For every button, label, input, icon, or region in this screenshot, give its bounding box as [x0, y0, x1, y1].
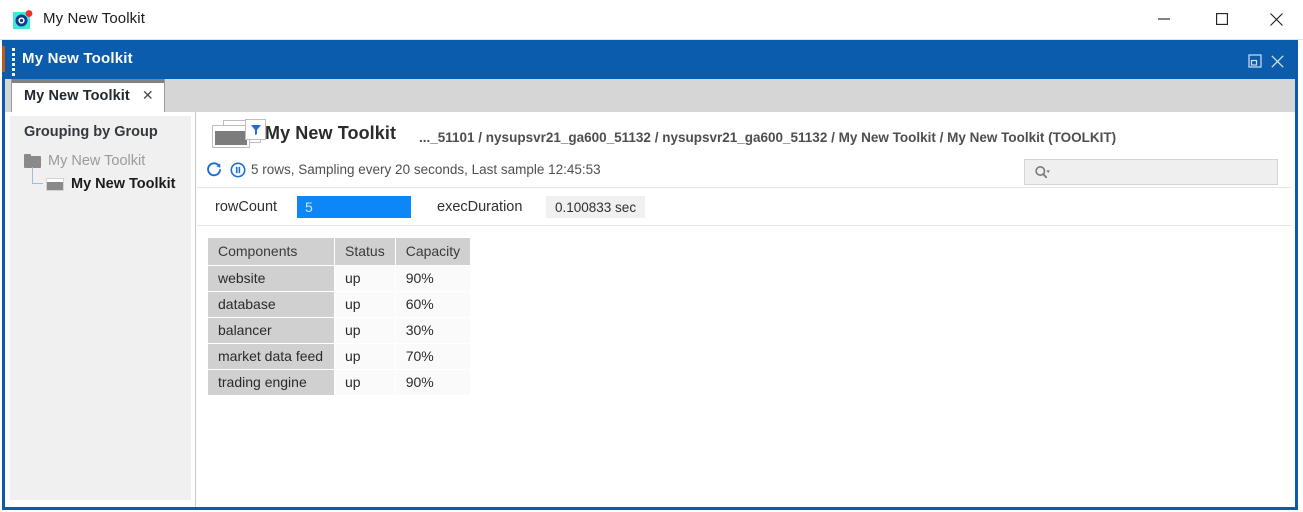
sidebar-panel: Grouping by Group My New Toolkit My New …	[9, 115, 192, 501]
panel-close-button[interactable]	[1269, 53, 1285, 69]
table-row[interactable]: database up 60%	[208, 292, 471, 317]
application-title: My New Toolkit	[22, 50, 133, 67]
sidebar-tree-label-child: My New Toolkit	[71, 176, 176, 192]
os-window-title: My New Toolkit	[43, 10, 145, 27]
cell-capacity: 30%	[395, 318, 471, 343]
divider-middle	[197, 225, 1295, 226]
page-title: My New Toolkit	[265, 123, 397, 143]
table-row[interactable]: website up 90%	[208, 266, 471, 291]
divider-top	[197, 187, 1295, 188]
tab-label: My New Toolkit	[24, 88, 130, 104]
column-header-components[interactable]: Components	[208, 238, 334, 265]
row-count-row: rowCount 5 execDuration 0.100833 sec	[197, 191, 1295, 223]
cell-status: up	[335, 344, 395, 369]
grouping-header: Grouping by Group	[24, 124, 158, 140]
cell-status: up	[335, 292, 395, 317]
tree-connector-icon	[32, 167, 43, 184]
row-count-label: rowCount	[215, 199, 278, 215]
exec-duration-label: execDuration	[437, 199, 523, 215]
pause-icon[interactable]	[229, 161, 247, 184]
application-frame: My New Toolkit My New Toolkit ✕ Grouping…	[2, 40, 1298, 510]
content-toolbar: 5 rows, Sampling every 20 seconds, Last …	[197, 157, 1295, 185]
cell-capacity: 90%	[395, 370, 471, 395]
cell-component: trading engine	[208, 370, 334, 395]
content-panel: My New Toolkit ..._51101 / nysupsvr21_ga…	[197, 112, 1295, 507]
exec-duration-value[interactable]: 0.100833 sec	[546, 196, 646, 218]
os-window: My New Toolkit My New Toolkit My New Too…	[0, 0, 1303, 512]
components-table: Components Status Capacity website up 90…	[207, 237, 472, 396]
content-vertical-scrollbar[interactable]	[1292, 112, 1295, 507]
sampling-status-text: 5 rows, Sampling every 20 seconds, Last …	[251, 162, 601, 177]
cell-capacity: 60%	[395, 292, 471, 317]
os-titlebar: My New Toolkit	[0, 0, 1303, 40]
column-header-status[interactable]: Status	[335, 238, 395, 265]
tab-close-icon[interactable]: ✕	[142, 88, 154, 104]
sidebar: Grouping by Group My New Toolkit My New …	[5, 112, 196, 507]
panel-restore-button[interactable]	[1247, 53, 1263, 69]
refresh-icon[interactable]	[205, 161, 223, 184]
search-icon	[1035, 165, 1050, 178]
table-row[interactable]: balancer up 30%	[208, 318, 471, 343]
tab-strip: My New Toolkit ✕	[5, 79, 1295, 113]
toolkit-filter-icon	[209, 119, 266, 150]
tab-my-new-toolkit[interactable]: My New Toolkit ✕	[11, 79, 165, 113]
cell-component: balancer	[208, 318, 334, 343]
cell-component: website	[208, 266, 334, 291]
filter-funnel-icon	[245, 119, 266, 140]
cell-status: up	[335, 318, 395, 343]
sidebar-tree-label-root: My New Toolkit	[48, 153, 146, 169]
table-row[interactable]: market data feed up 70%	[208, 344, 471, 369]
application-body: Grouping by Group My New Toolkit My New …	[5, 112, 1295, 507]
application-titlebar[interactable]: My New Toolkit	[5, 42, 1295, 79]
cell-capacity: 70%	[395, 344, 471, 369]
cell-component: market data feed	[208, 344, 334, 369]
table-header-row: Components Status Capacity	[208, 238, 471, 265]
cell-capacity: 90%	[395, 266, 471, 291]
search-input[interactable]	[1024, 159, 1278, 185]
row-count-value[interactable]: 5	[297, 196, 411, 218]
sidebar-tree-node-child[interactable]: My New Toolkit	[32, 167, 176, 192]
cell-status: up	[335, 266, 395, 291]
table-row[interactable]: trading engine up 90%	[208, 370, 471, 395]
breadcrumb: ..._51101 / nysupsvr21_ga600_51132 / nys…	[419, 130, 1117, 145]
cell-component: database	[208, 292, 334, 317]
folder-icon	[24, 154, 41, 168]
content-header: My New Toolkit ..._51101 / nysupsvr21_ga…	[197, 112, 1295, 157]
window-close-button[interactable]	[1253, 0, 1299, 38]
cell-status: up	[335, 370, 395, 395]
drag-grip-icon[interactable]	[12, 48, 17, 76]
window-minimize-button[interactable]	[1141, 0, 1187, 38]
target-app-icon	[12, 9, 34, 31]
window-maximize-button[interactable]	[1199, 0, 1245, 38]
toolkit-icon	[46, 177, 64, 191]
column-header-capacity[interactable]: Capacity	[395, 238, 471, 265]
